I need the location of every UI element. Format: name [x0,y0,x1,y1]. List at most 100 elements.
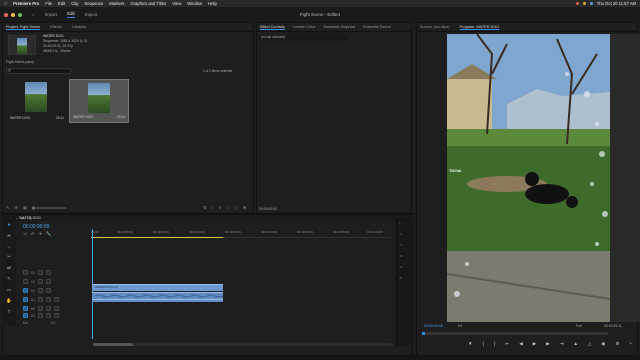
in-point-icon[interactable]: { [482,341,484,347]
mix-value[interactable]: 0.0 [51,321,55,325]
project-clip-selected[interactable]: WATER DOG 29:11 [69,79,129,123]
new-item-icon[interactable]: ▢ [234,205,238,210]
toggle-output-icon[interactable] [37,279,43,284]
search-input[interactable]: ⚲ [6,68,71,74]
settings-icon[interactable]: ⚙ [615,341,619,347]
tab-lumetri-color[interactable]: Lumetri Color [293,25,316,29]
quality-dropdown[interactable]: Full [576,324,581,328]
menu-view[interactable]: View [172,1,181,6]
ripple-edit-icon[interactable]: ⇔ [7,244,12,249]
mic-icon[interactable] [53,297,59,302]
go-to-in-icon[interactable]: ⇤ [506,341,510,347]
wrench-icon[interactable]: 🔧 [46,231,51,236]
timeline-tab[interactable]: WATER DOG [19,216,41,220]
toggle-output-icon[interactable] [37,270,43,275]
timeline-timecode[interactable]: 00:00:00:00 [23,224,49,230]
menu-file[interactable]: File [45,1,52,6]
work-area-bar[interactable] [91,237,223,238]
menu-help[interactable]: Help [208,1,217,6]
timeline-scrollbar[interactable] [93,343,393,346]
go-to-out-icon[interactable]: ⇥ [560,341,564,347]
source-patch[interactable] [23,297,28,302]
razor-tool-icon[interactable]: ✂ [7,254,11,260]
zoom-slider[interactable] [36,207,66,209]
close-icon[interactable] [4,12,8,17]
find-icon[interactable]: ⚲ [219,205,222,210]
nav-import[interactable]: Import [45,12,57,17]
sort-icon[interactable]: ⇅ [203,205,206,210]
clock[interactable]: Thu Oct 20 11:57 AM [597,1,636,6]
solo-icon[interactable] [45,306,51,311]
mute-icon[interactable] [37,306,43,311]
nav-edit[interactable]: Edit [67,11,75,18]
step-forward-icon[interactable]: ▶ [546,341,549,347]
marker-add-icon[interactable]: ▼ [38,231,42,236]
tab-libraries[interactable]: Libraries [72,25,87,29]
toggle-output-icon[interactable] [37,288,43,293]
extract-icon[interactable]: △ [588,341,591,347]
source-patch[interactable] [23,313,28,318]
lock-icon[interactable]: ✎ [6,205,9,210]
audio-clip[interactable] [92,292,224,299]
home-icon[interactable]: ⌂ [32,12,35,17]
app-menu[interactable]: Premiere Pro [13,1,39,6]
video-clip[interactable]: WATER DOG [V] [92,284,223,291]
eye-icon[interactable] [45,270,51,275]
solo-icon[interactable] [45,297,51,302]
out-point-icon[interactable]: } [494,341,496,347]
source-patch[interactable] [23,288,28,293]
program-current-time[interactable]: 00:00:00:00 [424,324,443,328]
apple-icon[interactable]:  [4,1,7,6]
mute-icon[interactable] [37,313,43,318]
source-patch[interactable] [23,306,28,311]
export-frame-icon[interactable]: ◉ [601,341,605,347]
nav-export[interactable]: Export [85,12,98,17]
marker-icon[interactable]: ▼ [468,341,472,347]
lift-icon[interactable]: ▲ [573,341,577,347]
fit-dropdown[interactable]: Fit [458,324,462,328]
rectangle-tool-icon[interactable]: ▭ [7,287,11,293]
selection-tool-icon[interactable]: ➤ [7,222,11,228]
tab-source[interactable]: Source: (no clips) [420,25,450,29]
minimize-icon[interactable] [11,12,15,17]
tab-project[interactable]: Project: Fight Scene [6,25,41,30]
menu-graphics[interactable]: Graphics and Titles [130,1,166,6]
menu-edit[interactable]: Edit [58,1,65,6]
icon-view-icon[interactable]: ▦ [23,205,27,210]
project-clip[interactable]: WATER DOG 29:11 [7,79,67,123]
solo-icon[interactable] [45,313,51,318]
tab-essential-graphics[interactable]: Essential Graphics [324,25,356,29]
automate-icon[interactable]: ≡ [211,205,213,210]
program-scrubber[interactable] [422,332,608,335]
type-tool-icon[interactable]: T [8,309,11,314]
eye-icon[interactable] [45,279,51,284]
tab-essential-sound[interactable]: Essential Sound [363,25,390,29]
mute-icon[interactable] [37,297,43,302]
new-bin-icon[interactable]: □ [227,205,229,210]
track-select-icon[interactable]: ➠ [7,233,11,239]
menu-sequence[interactable]: Sequence [84,1,103,6]
snap-icon[interactable]: ↝ [23,231,26,236]
zoom-icon[interactable] [18,12,22,17]
list-view-icon[interactable]: ☰ [14,205,18,210]
trash-icon[interactable]: ✖ [243,205,246,210]
menu-markers[interactable]: Markers [109,1,124,6]
hand-tool-icon[interactable]: ✋ [6,298,12,304]
audio-clip[interactable] [92,299,223,302]
status-icon[interactable] [582,2,586,5]
mic-icon[interactable] [53,313,59,318]
pen-tool-icon[interactable]: ✎ [7,276,11,282]
menu-clip[interactable]: Clip [71,1,78,6]
linked-icon[interactable]: ☍ [30,231,34,236]
effects-timecode[interactable]: 00:00:00:00 [259,207,277,211]
status-icon[interactable] [575,2,579,5]
mic-icon[interactable] [53,306,59,311]
toggle-sync-lock[interactable] [23,270,28,275]
add-button-icon[interactable]: + [629,341,632,347]
menu-window[interactable]: Window [187,1,202,6]
play-icon[interactable]: ▶ [533,341,536,347]
eye-icon[interactable] [45,288,51,293]
slip-tool-icon[interactable]: ⇄ [7,265,11,271]
tab-program[interactable]: Program: WATER DOG [459,25,500,30]
tab-effects[interactable]: Effects [50,25,62,29]
